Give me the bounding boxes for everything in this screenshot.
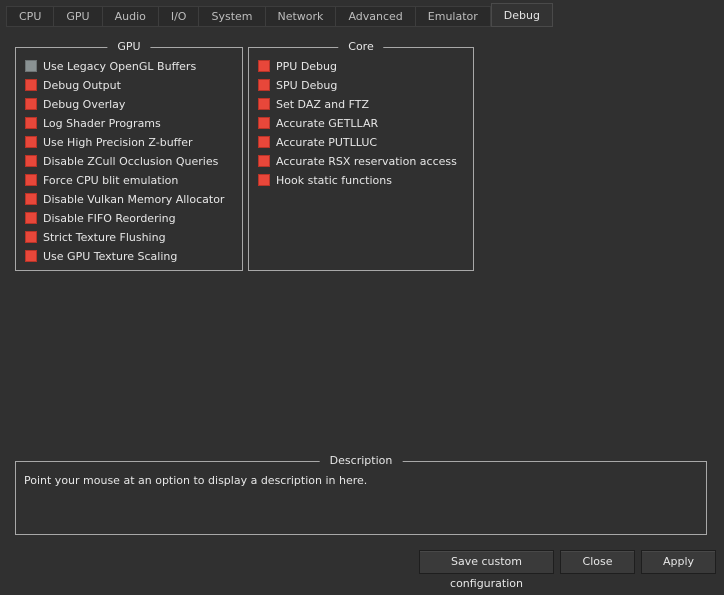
tab-advanced[interactable]: Advanced — [336, 6, 416, 27]
checkbox[interactable] — [258, 98, 270, 110]
checkbox-label: PPU Debug — [276, 59, 337, 73]
apply-button[interactable]: Apply — [641, 550, 716, 574]
checkbox-row[interactable]: Strict Texture Flushing — [25, 229, 166, 245]
checkbox-row[interactable]: Use High Precision Z-buffer — [25, 134, 193, 150]
checkbox-row[interactable]: Accurate RSX reservation access — [258, 153, 457, 169]
description-title: Description — [319, 454, 403, 468]
checkbox[interactable] — [25, 250, 37, 262]
checkbox-label: Use High Precision Z-buffer — [43, 135, 193, 149]
checkbox-label: Set DAZ and FTZ — [276, 97, 369, 111]
checkbox-row[interactable]: Debug Overlay — [25, 96, 125, 112]
checkbox[interactable] — [25, 79, 37, 91]
checkbox-label: Disable Vulkan Memory Allocator — [43, 192, 225, 206]
checkbox-label: Debug Output — [43, 78, 121, 92]
checkbox-row[interactable]: SPU Debug — [258, 77, 337, 93]
description-text: Point your mouse at an option to display… — [24, 474, 368, 487]
core-group-title: Core — [338, 40, 384, 54]
checkbox[interactable] — [25, 155, 37, 167]
checkbox-label: Debug Overlay — [43, 97, 126, 111]
checkbox[interactable] — [258, 136, 270, 148]
checkbox[interactable] — [25, 212, 37, 224]
checkbox[interactable] — [25, 174, 37, 186]
tab-bar: CPU GPU Audio I/O System Network Advanced Emula… — [6, 3, 553, 27]
checkbox-row[interactable]: Set DAZ and FTZ — [258, 96, 369, 112]
checkbox[interactable] — [258, 174, 270, 186]
checkbox-row[interactable]: Accurate PUTLLUC — [258, 134, 377, 150]
checkbox-label: Accurate GETLLAR — [276, 116, 379, 130]
checkbox[interactable] — [25, 231, 37, 243]
gpu-group-title: GPU — [107, 40, 151, 54]
checkbox-row[interactable]: Disable ZCull Occlusion Queries — [25, 153, 218, 169]
checkbox-label: Use GPU Texture Scaling — [43, 249, 178, 263]
description-group: Description Point your mouse at an optio… — [15, 454, 707, 535]
tab-debug[interactable]: Debug — [490, 3, 553, 27]
checkbox[interactable] — [258, 117, 270, 129]
save-custom-configuration-button[interactable]: Save custom configuration — [419, 550, 554, 590]
checkbox[interactable] — [258, 79, 270, 91]
tab-cpu[interactable]: CPU — [6, 6, 55, 27]
checkbox-label: Strict Texture Flushing — [43, 230, 166, 244]
checkbox[interactable] — [25, 136, 37, 148]
checkbox-row[interactable]: Disable Vulkan Memory Allocator — [25, 191, 224, 207]
tab-io[interactable]: I/O — [158, 6, 200, 27]
tab-audio[interactable]: Audio — [102, 6, 159, 27]
checkbox[interactable] — [25, 117, 37, 129]
checkbox-label: Hook static functions — [276, 173, 392, 187]
checkbox-label: Accurate RSX reservation access — [276, 154, 457, 168]
checkbox-row[interactable]: Use Legacy OpenGL Buffers — [25, 58, 196, 74]
checkbox-label: Use Legacy OpenGL Buffers — [43, 59, 197, 73]
checkbox[interactable] — [25, 60, 37, 72]
checkbox-row[interactable]: PPU Debug — [258, 58, 337, 74]
checkbox-label: Force CPU blit emulation — [43, 173, 179, 187]
checkbox-row[interactable]: Accurate GETLLAR — [258, 115, 378, 131]
checkbox-row[interactable]: Force CPU blit emulation — [25, 172, 178, 188]
checkbox-row[interactable]: Disable FIFO Reordering — [25, 210, 176, 226]
tab-system[interactable]: System — [199, 6, 266, 27]
checkbox-row[interactable]: Debug Output — [25, 77, 121, 93]
close-button[interactable]: Close — [560, 550, 635, 574]
tab-network[interactable]: Network — [265, 6, 337, 27]
checkbox-row[interactable]: Use GPU Texture Scaling — [25, 248, 177, 264]
tab-emulator[interactable]: Emulator — [415, 6, 491, 27]
checkbox-label: Accurate PUTLLUC — [276, 135, 378, 149]
checkbox-label: Disable ZCull Occlusion Queries — [43, 154, 219, 168]
gpu-group: GPU Use Legacy OpenGL Buffers Debug Outpu… — [15, 40, 243, 271]
checkbox-label: Log Shader Programs — [43, 116, 161, 130]
checkbox[interactable] — [258, 60, 270, 72]
checkbox-row[interactable]: Hook static functions — [258, 172, 392, 188]
tab-gpu[interactable]: GPU — [54, 6, 103, 27]
core-group: Core PPU Debug SPU Debug Set DAZ and FTZ Ac… — [248, 40, 474, 271]
checkbox-row[interactable]: Log Shader Programs — [25, 115, 161, 131]
checkbox[interactable] — [25, 193, 37, 205]
checkbox-label: Disable FIFO Reordering — [43, 211, 176, 225]
checkbox-label: SPU Debug — [276, 78, 338, 92]
checkbox[interactable] — [258, 155, 270, 167]
checkbox[interactable] — [25, 98, 37, 110]
